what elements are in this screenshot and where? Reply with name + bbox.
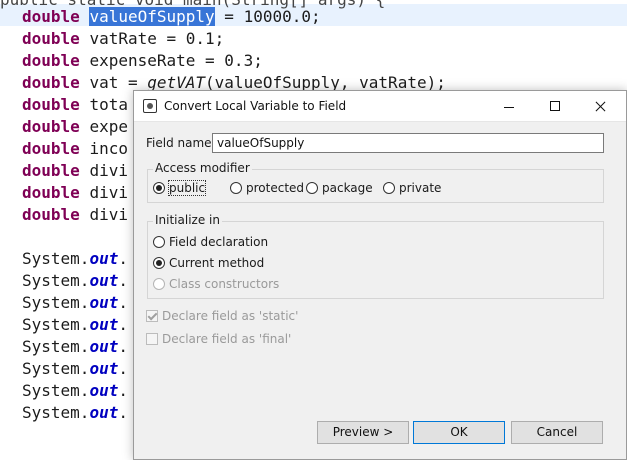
access-modifier-group: Access modifier public protected package… (147, 161, 604, 203)
code-line-sysout[interactable]: System.out. (22, 292, 128, 314)
code-line-sysout[interactable]: System.out. (22, 314, 128, 336)
declare-final-check-indicator (146, 333, 158, 345)
convert-variable-dialog: Convert Local Variable to Field Field na… (133, 90, 627, 460)
initialize-in-title: Initialize in (153, 213, 222, 227)
initialize-in-group: Initialize in Field declaration Current … (147, 213, 604, 299)
preview-button[interactable]: Preview > (317, 421, 409, 444)
code-line-sysout[interactable]: System.out. (22, 380, 128, 402)
code-line-sysout[interactable]: System.out. (22, 270, 128, 292)
declare-static-checkbox: Declare field as 'static' (146, 309, 298, 323)
dialog-titlebar[interactable]: Convert Local Variable to Field (134, 91, 626, 122)
eclipse-app-icon (143, 99, 157, 113)
dialog-title: Convert Local Variable to Field (164, 99, 347, 113)
code-line-sysout[interactable]: System.out. (22, 402, 128, 424)
code-line-sysout[interactable]: System.out. (22, 358, 128, 380)
code-line[interactable]: double expenseRate = 0.3; (22, 50, 263, 72)
radio-current-method[interactable]: Current method (153, 256, 264, 270)
radio-current-method-indicator (153, 257, 165, 269)
ok-button[interactable]: OK (413, 421, 505, 444)
radio-class-constructors: Class constructors (153, 277, 279, 291)
code-line[interactable]: double vatRate = 0.1; (22, 28, 224, 50)
radio-protected-indicator (230, 182, 242, 194)
radio-package-indicator (306, 182, 318, 194)
declare-final-checkbox: Declare field as 'final' (146, 332, 291, 346)
code-line[interactable]: double divi (22, 182, 128, 204)
radio-public-indicator (153, 182, 165, 194)
maximize-icon[interactable] (532, 91, 578, 122)
code-line[interactable]: double divi (22, 160, 128, 182)
code-line[interactable]: double tota (22, 94, 128, 116)
radio-field-declaration-indicator (153, 236, 165, 248)
radio-protected[interactable]: protected (230, 181, 304, 195)
cancel-button[interactable]: Cancel (511, 421, 603, 444)
code-line[interactable]: double divi (22, 204, 128, 226)
access-modifier-title: Access modifier (153, 161, 252, 175)
radio-public[interactable]: public (153, 180, 207, 196)
radio-private[interactable]: private (383, 181, 441, 195)
radio-field-declaration[interactable]: Field declaration (153, 235, 268, 249)
radio-package[interactable]: package (306, 181, 373, 195)
code-line-sysout[interactable]: System.out. (22, 336, 128, 358)
declare-static-check-indicator (146, 310, 158, 322)
code-line[interactable]: double expe (22, 116, 128, 138)
close-icon[interactable] (577, 91, 623, 122)
radio-private-indicator (383, 182, 395, 194)
selected-variable: valueOfSupply (89, 7, 215, 26)
code-line[interactable]: double valueOfSupply = 10000.0; (22, 6, 321, 28)
minimize-icon[interactable] (486, 91, 532, 122)
code-line[interactable]: double inco (22, 138, 128, 160)
field-name-label: Field name: (146, 136, 216, 150)
radio-class-constructors-indicator (153, 278, 165, 290)
code-line-sysout[interactable]: System.out. (22, 248, 128, 270)
field-name-input[interactable] (212, 133, 604, 153)
